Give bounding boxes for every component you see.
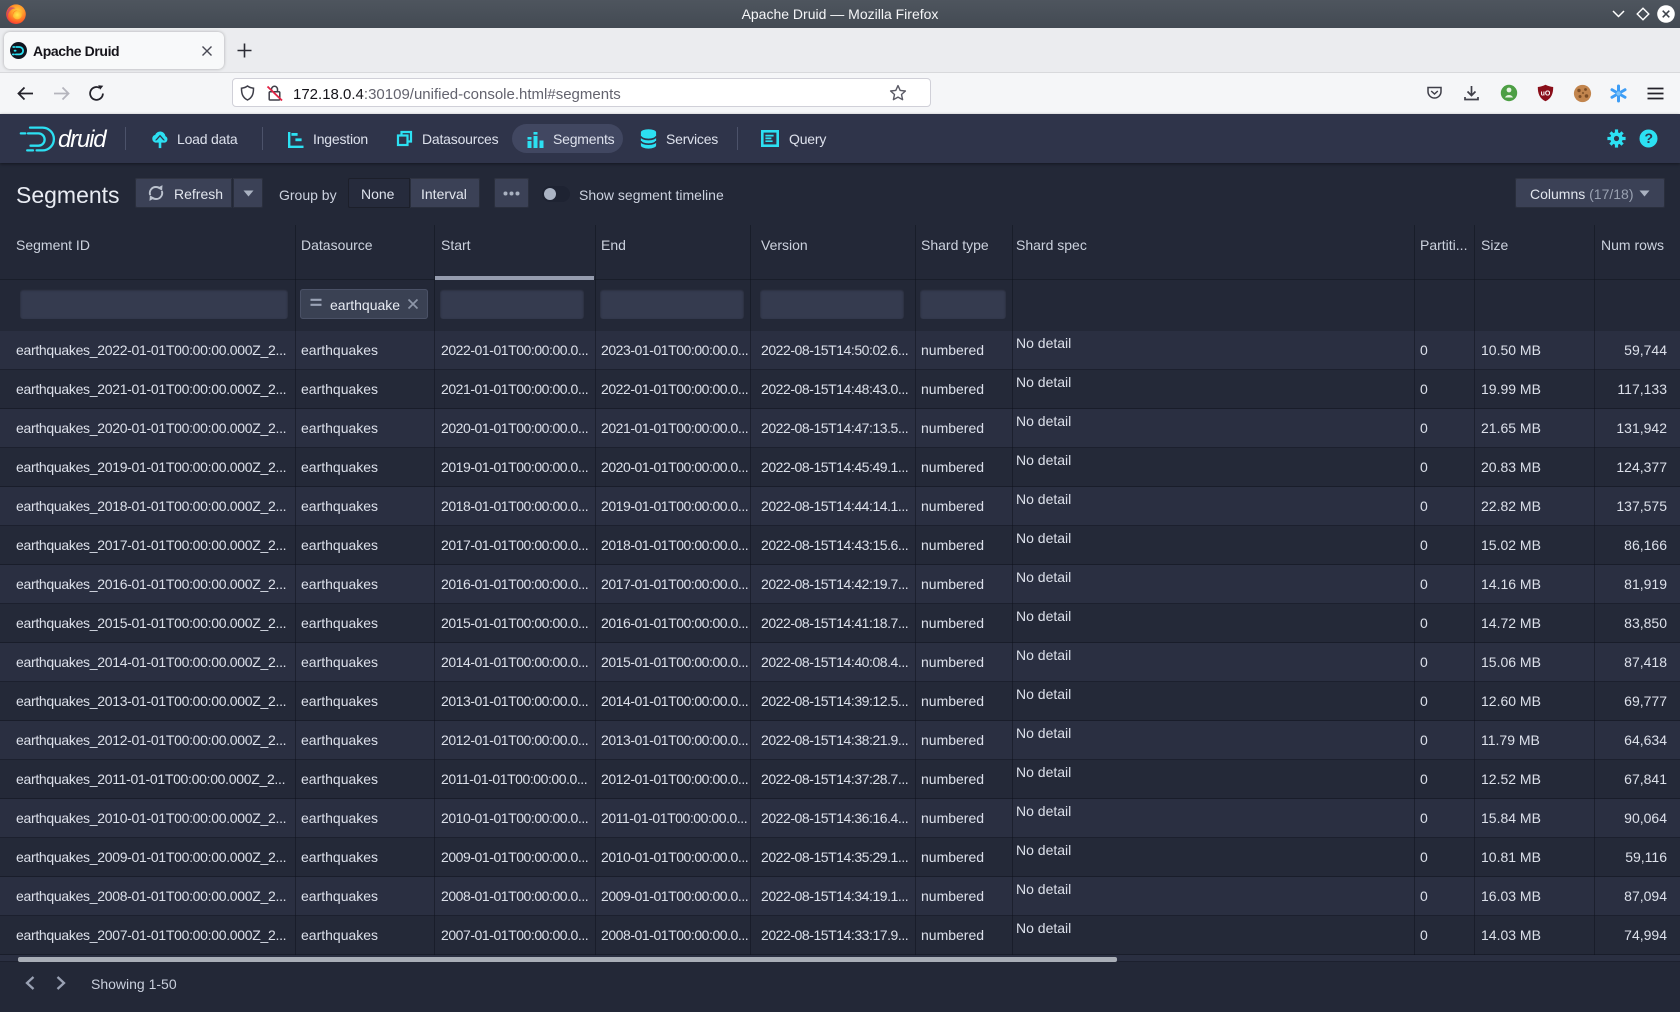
- svg-text:uO: uO: [1541, 91, 1551, 98]
- svg-text:?: ?: [1645, 130, 1654, 146]
